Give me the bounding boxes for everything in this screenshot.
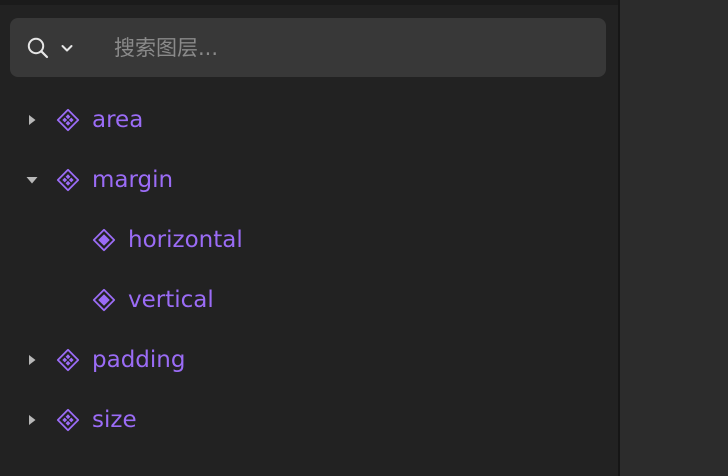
layer-row-padding[interactable]: padding <box>0 330 618 390</box>
search-filter-toggle[interactable] <box>26 35 86 61</box>
caret-right-icon[interactable] <box>24 112 40 128</box>
app-window: area margin horizontal vertical padding size <box>0 0 728 476</box>
layer-row-area[interactable]: area <box>0 90 618 150</box>
layer-name: vertical <box>128 287 214 313</box>
component-set-icon <box>56 168 80 192</box>
caret-down-icon[interactable] <box>24 172 40 188</box>
layer-row-margin[interactable]: margin <box>0 150 618 210</box>
component-icon <box>92 228 116 252</box>
component-set-icon <box>56 108 80 132</box>
layer-name: margin <box>92 167 174 193</box>
layer-name: padding <box>92 347 186 373</box>
component-icon <box>92 288 116 312</box>
layer-name: area <box>92 107 144 133</box>
layer-row-horizontal[interactable]: horizontal <box>0 210 618 270</box>
layer-tree: area margin horizontal vertical padding size <box>0 90 618 450</box>
chevron-down-icon <box>61 45 73 52</box>
caret-right-icon[interactable] <box>24 352 40 368</box>
layer-row-vertical[interactable]: vertical <box>0 270 618 330</box>
caret-right-icon[interactable] <box>24 412 40 428</box>
layer-row-size[interactable]: size <box>0 390 618 450</box>
component-set-icon <box>56 408 80 432</box>
layer-search-box <box>10 18 606 77</box>
layer-search-input[interactable] <box>114 30 584 66</box>
canvas-area[interactable] <box>620 0 728 476</box>
layer-name: horizontal <box>128 227 243 253</box>
magnifier-icon <box>27 37 49 59</box>
layer-name: size <box>92 407 137 433</box>
component-set-icon <box>56 348 80 372</box>
